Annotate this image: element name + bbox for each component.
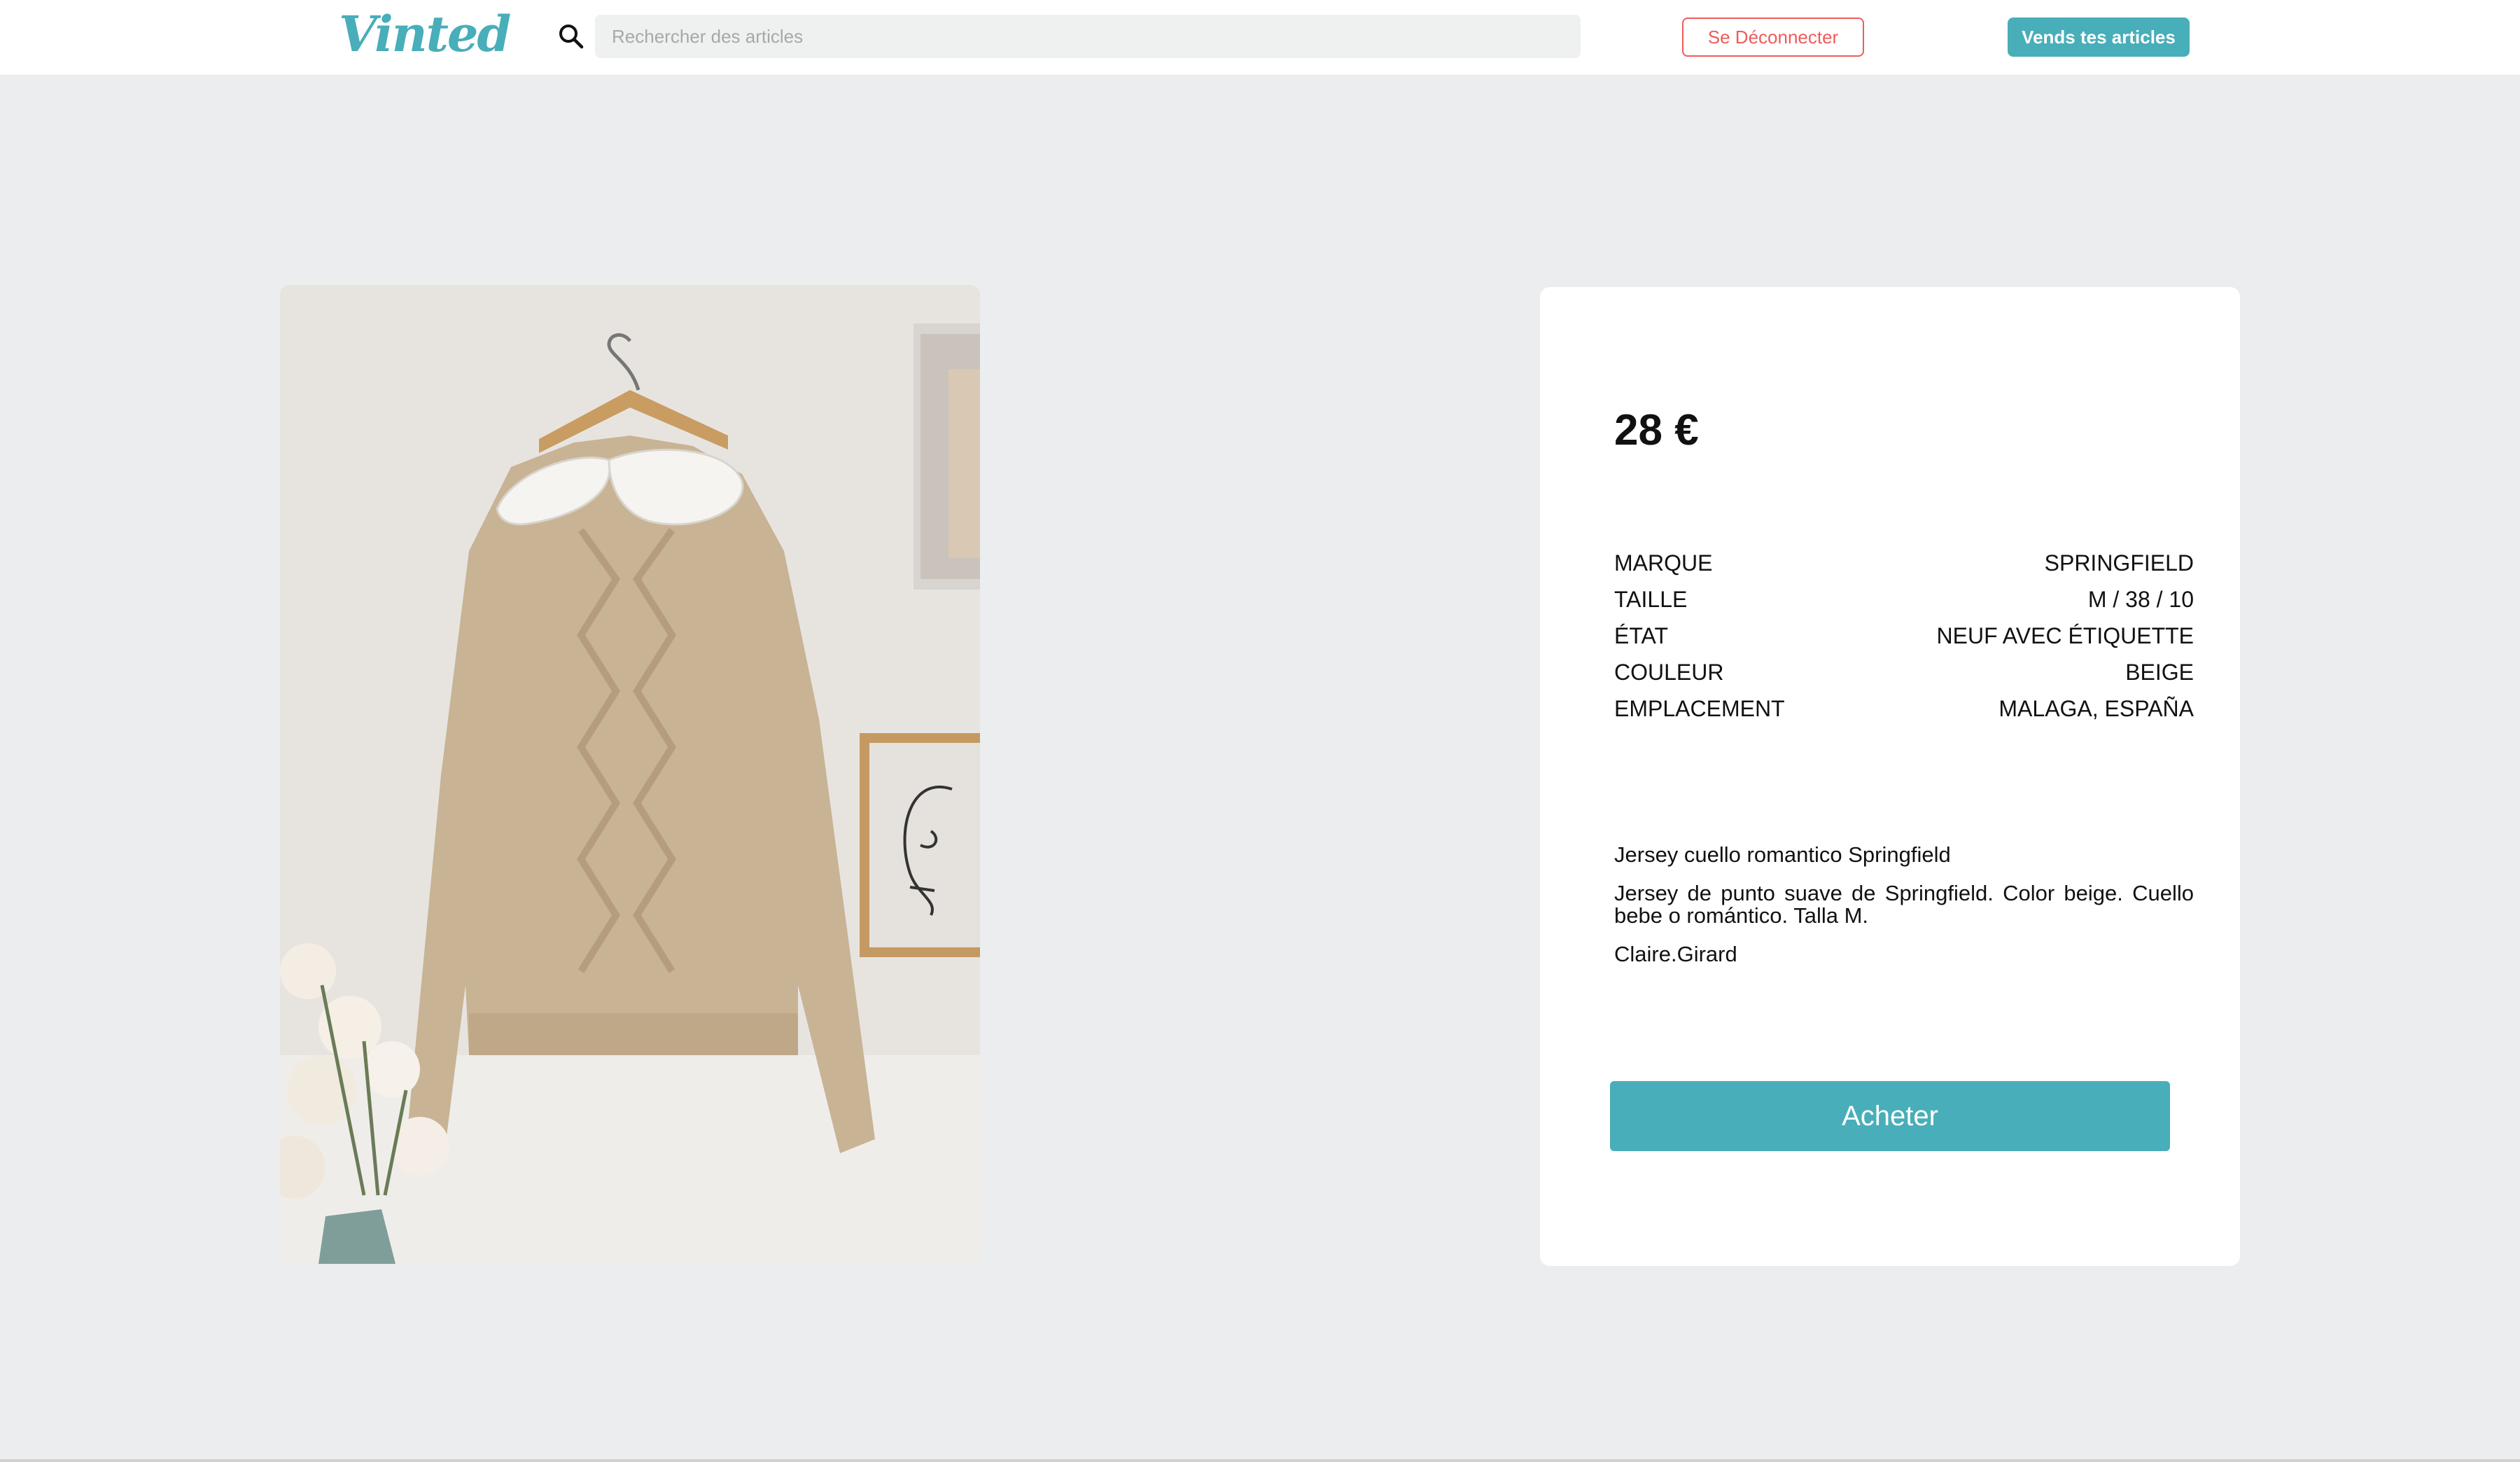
attribute-value: NEUF AVEC ÉTIQUETTE [1936,623,2194,648]
vinted-logo[interactable]: Vinted [339,3,511,66]
attribute-row-brand: MARQUE SPRINGFIELD [1614,545,2194,581]
attribute-label: MARQUE [1614,550,1713,576]
search-input[interactable] [595,15,1581,58]
logout-button[interactable]: Se Déconnecter [1682,18,1864,57]
attribute-label: COULEUR [1614,660,1724,685]
attribute-row-condition: ÉTAT NEUF AVEC ÉTIQUETTE [1614,618,2194,654]
attribute-label: TAILLE [1614,587,1688,612]
sell-items-button[interactable]: Vends tes articles [2008,18,2190,57]
attribute-row-size: TAILLE M / 38 / 10 [1614,581,2194,618]
product-photo[interactable] [280,285,980,1264]
buy-button[interactable]: Acheter [1610,1081,2170,1151]
seller-username[interactable]: Claire.Girard [1614,940,2194,969]
attribute-value: SPRINGFIELD [2044,550,2194,576]
attribute-row-color: COULEUR BEIGE [1614,654,2194,690]
attribute-label: EMPLACEMENT [1614,696,1785,721]
attribute-value: MALAGA, ESPAÑA [1998,696,2194,721]
search-icon[interactable] [557,22,585,50]
attribute-value: BEIGE [2125,660,2194,685]
attribute-label: ÉTAT [1614,623,1669,648]
product-title: Jersey cuello romantico Springfield [1614,842,1951,867]
attribute-row-location: EMPLACEMENT MALAGA, ESPAÑA [1614,690,2194,727]
price: 28 € [1614,406,1699,454]
product-description: Jersey cuello romantico Springfield Jers… [1614,840,2194,969]
description-text: Jersey de punto suave de Springfield. Co… [1614,881,2194,928]
top-bar: Vinted Se Déconnecter Vends tes articles [0,0,2520,76]
bottom-divider [0,1459,2520,1462]
attribute-list: MARQUE SPRINGFIELD TAILLE M / 38 / 10 ÉT… [1614,545,2194,727]
attribute-value: M / 38 / 10 [2087,587,2194,612]
product-details-card: 28 € MARQUE SPRINGFIELD TAILLE M / 38 / … [1540,287,2240,1266]
